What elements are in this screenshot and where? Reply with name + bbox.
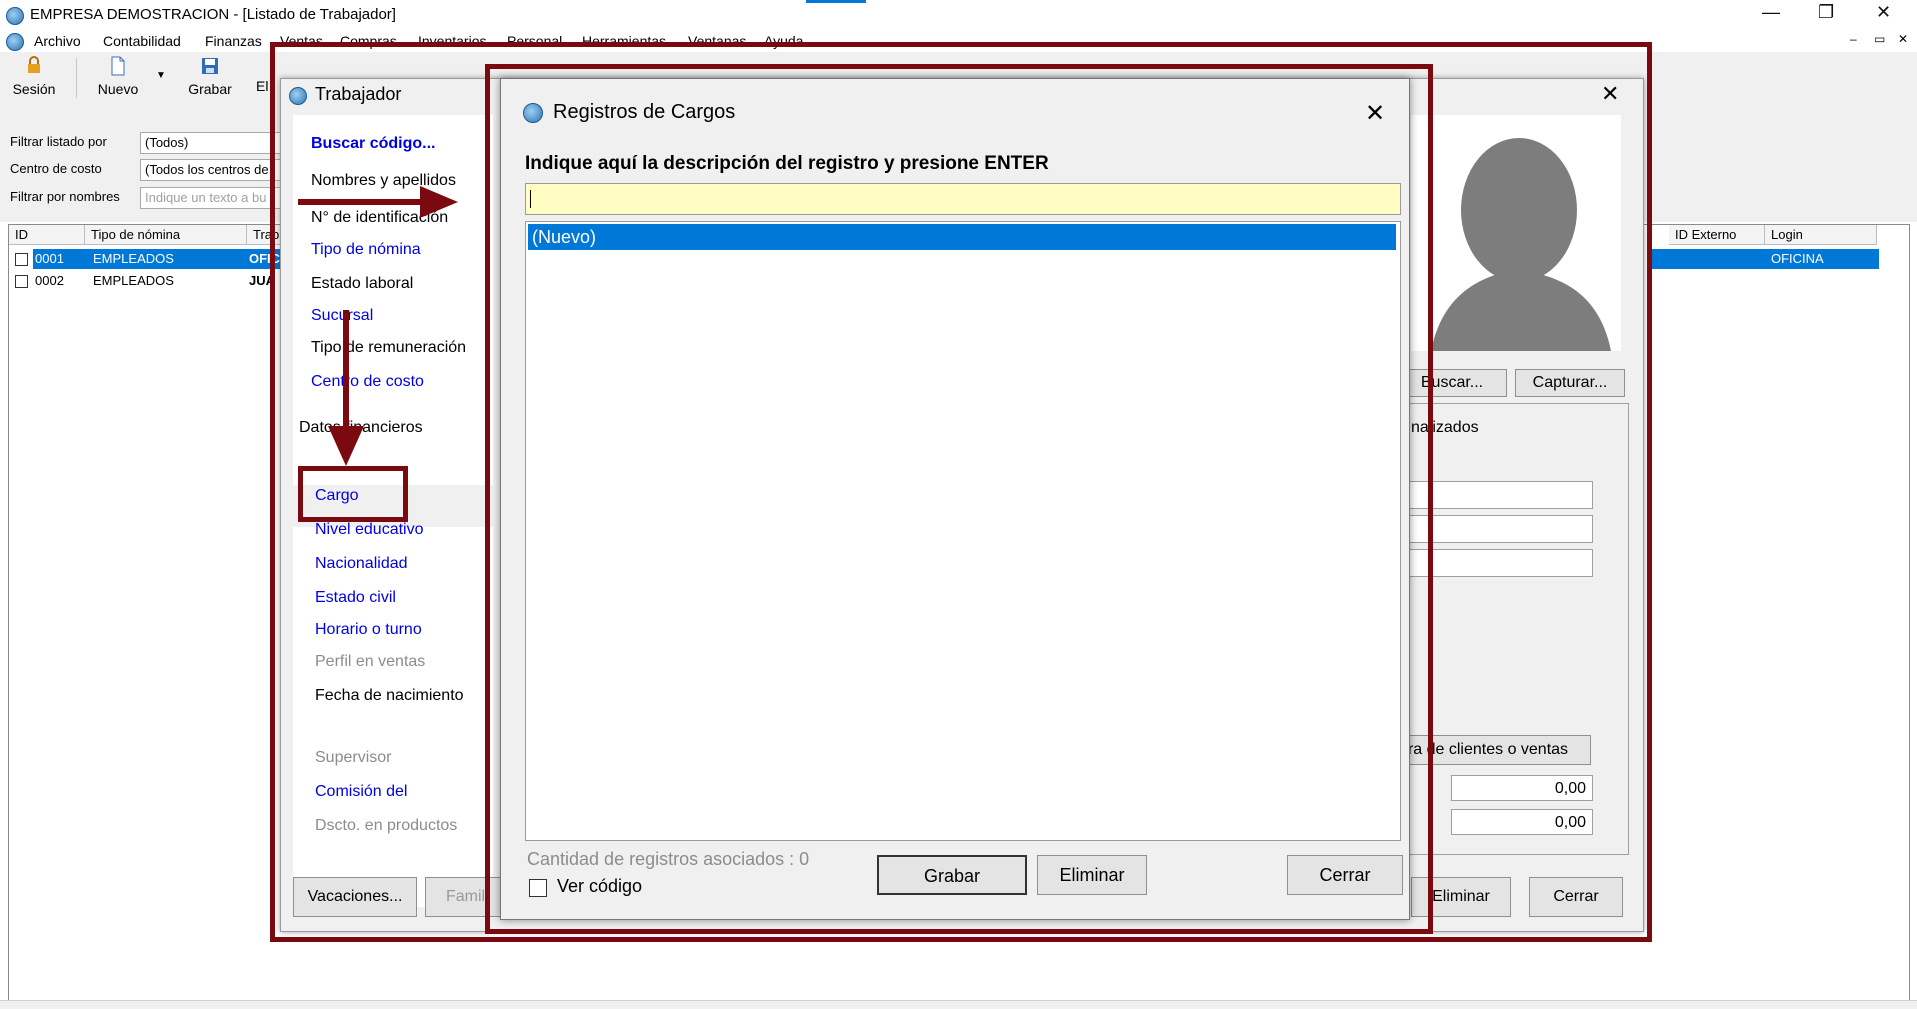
menu-archivo[interactable]: Archivo [34, 33, 81, 49]
row-selection-bg-right [1649, 249, 1879, 269]
nuevo-label: Nuevo [97, 81, 139, 97]
app-title-bar: EMPRESA DEMOSTRACION - [Listado de Traba… [0, 0, 1917, 30]
mdi-minimize-button[interactable]: – [1850, 32, 1857, 46]
save-icon [202, 58, 218, 74]
cell-id: 0001 [35, 249, 64, 269]
grabar-toolbar-label: Grabar [188, 81, 232, 97]
cell-tipo: EMPLEADOS [93, 249, 174, 269]
annotation-frame-dialog [485, 64, 1433, 934]
key-icon [28, 56, 40, 73]
menu-finanzas[interactable]: Finanzas [205, 33, 262, 49]
column-header-tipo[interactable]: Tipo de nómina [85, 225, 247, 245]
row-checkbox[interactable] [15, 253, 28, 266]
grabar-toolbar-button[interactable]: Grabar [184, 56, 236, 97]
taskbar-highlight [806, 0, 866, 3]
column-header-login[interactable]: Login [1765, 225, 1877, 245]
filtrar-nombres-input[interactable]: Indique un texto a bu [140, 187, 286, 209]
close-window-button[interactable]: ✕ [1876, 2, 1891, 23]
annotation-arrows-icon [298, 186, 458, 466]
row-checkbox[interactable] [15, 275, 28, 288]
mdi-restore-button[interactable]: ▭ [1874, 32, 1885, 46]
nuevo-button[interactable]: Nuevo [92, 56, 144, 97]
cell-login: OFICINA [1771, 249, 1824, 269]
cell-id: 0002 [35, 273, 64, 288]
centro-costo-filter-select[interactable]: (Todos los centros de [140, 159, 286, 181]
menu-contabilidad[interactable]: Contabilidad [103, 33, 181, 49]
centro-costo-filter-label: Centro de costo [10, 161, 102, 176]
dropdown-arrow-icon[interactable]: ▼ [156, 70, 166, 81]
column-header-id[interactable]: ID [9, 225, 85, 245]
sesion-button[interactable]: Sesión [8, 56, 60, 97]
filtrar-nombres-label: Filtrar por nombres [10, 189, 120, 204]
sesion-label: Sesión [12, 81, 56, 97]
app-title: EMPRESA DEMOSTRACION - [Listado de Traba… [30, 6, 396, 23]
restore-button[interactable]: ❐ [1818, 2, 1834, 23]
mdi-close-button[interactable]: ✕ [1898, 32, 1908, 46]
column-header-id-externo[interactable]: ID Externo [1669, 225, 1765, 245]
filtrar-listado-select[interactable]: (Todos) [140, 132, 286, 154]
app-logo-icon [6, 7, 24, 25]
eliminar-toolbar-label[interactable]: El [256, 78, 268, 94]
minimize-button[interactable]: — [1762, 2, 1780, 23]
cell-tipo: EMPLEADOS [93, 273, 174, 288]
filtrar-listado-label: Filtrar listado por [10, 134, 107, 149]
mdi-system-icon[interactable] [6, 33, 24, 51]
new-document-icon [111, 56, 125, 76]
toolbar-divider [76, 58, 77, 98]
